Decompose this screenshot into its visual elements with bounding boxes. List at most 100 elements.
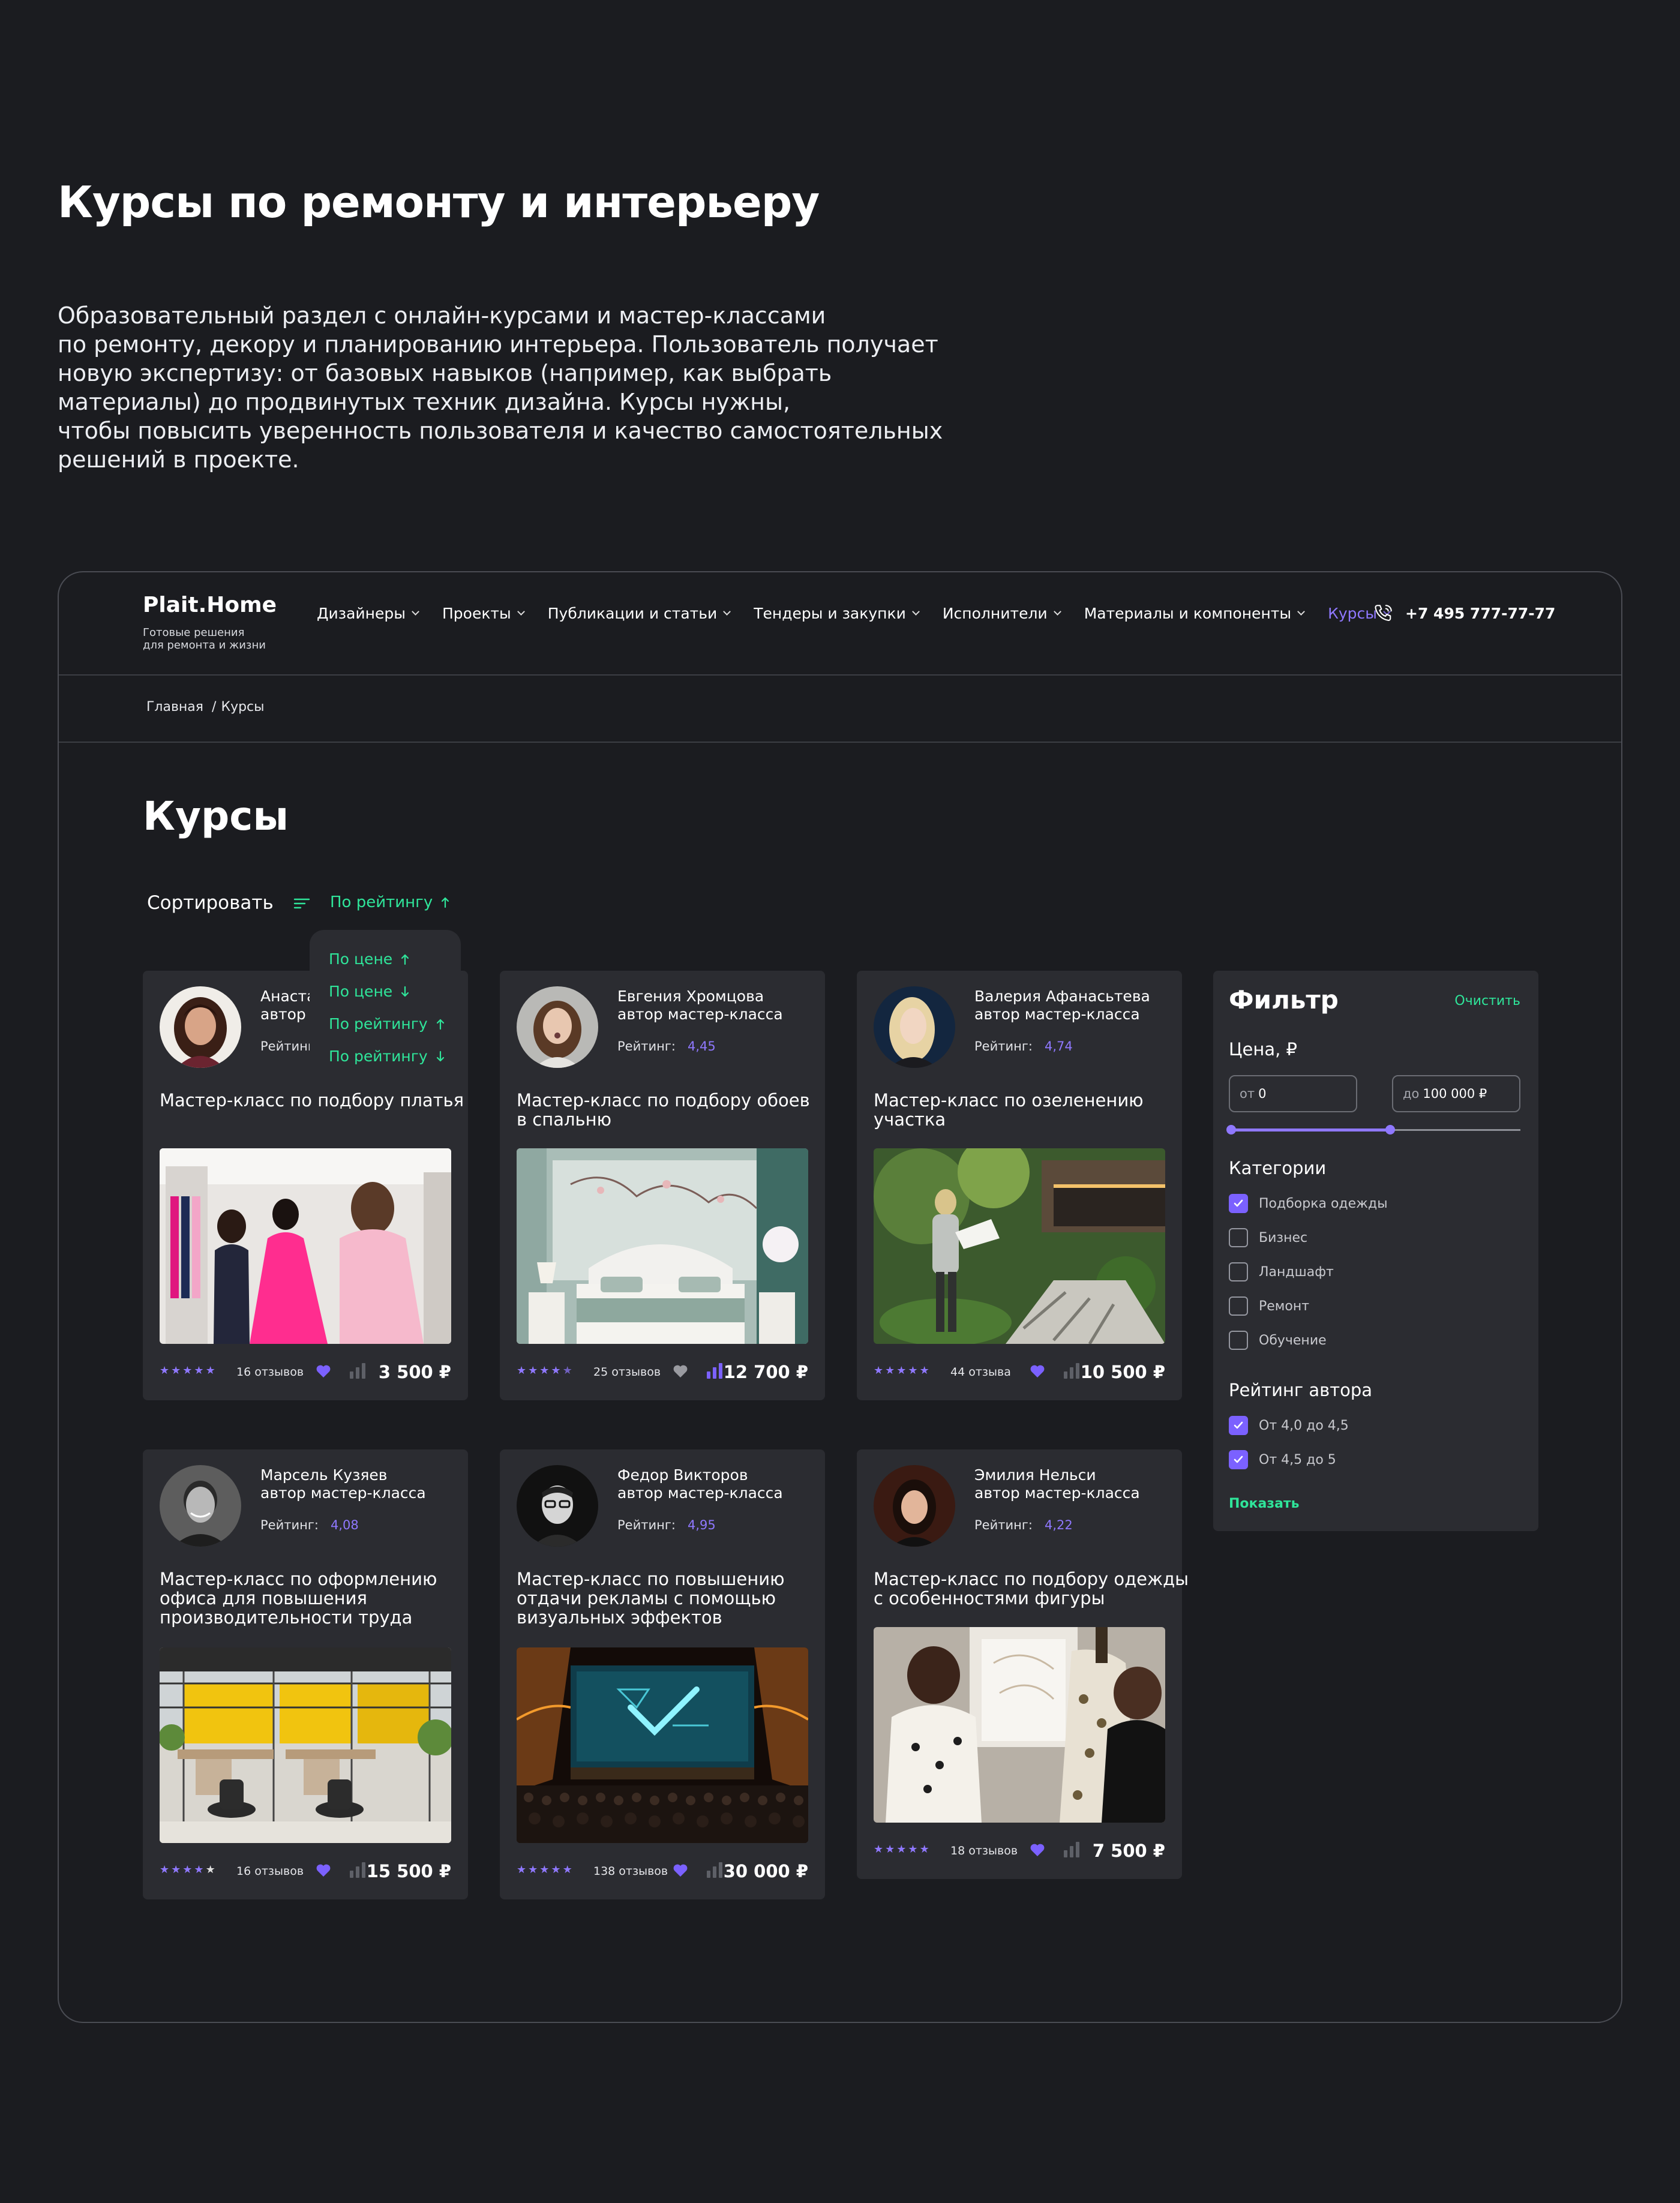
heart-icon[interactable] — [316, 1364, 331, 1379]
author-avatar[interactable] — [517, 1465, 598, 1547]
nav-item-publications[interactable]: Публикации и статьи — [548, 605, 731, 622]
category-checkbox-row[interactable]: Ремонт — [1229, 1296, 1309, 1316]
nav-item-designers[interactable]: Дизайнеры — [317, 604, 419, 622]
author-role: автор мастер-класса — [260, 1484, 426, 1502]
course-image[interactable] — [517, 1148, 808, 1344]
course-image[interactable] — [160, 1148, 451, 1344]
course-title-line: отдачи рекламы с помощью — [517, 1588, 776, 1608]
checkbox[interactable] — [1229, 1228, 1248, 1247]
heart-icon[interactable] — [1030, 1364, 1045, 1379]
reviews-count[interactable]: 44 отзыва — [950, 1365, 1011, 1379]
nav-item-contractors[interactable]: Исполнители — [943, 605, 1061, 622]
course-image[interactable] — [874, 1627, 1165, 1823]
category-checkbox-row[interactable]: Подборка одежды — [1229, 1194, 1388, 1213]
checkbox[interactable] — [1229, 1296, 1248, 1316]
reviews-count[interactable]: 18 отзывов — [950, 1844, 1018, 1857]
rating-checkbox-row[interactable]: От 4,5 до 5 — [1229, 1450, 1336, 1469]
author-avatar[interactable] — [517, 986, 598, 1068]
author-name[interactable]: Анаста — [260, 988, 316, 1006]
sort-option-price-desc[interactable]: По цене — [329, 983, 410, 1000]
reviews-count[interactable]: 138 отзывов — [593, 1865, 668, 1878]
breadcrumb-home[interactable]: Главная — [146, 700, 203, 715]
course-title[interactable]: Мастер-класс по повышению отдачи рекламы … — [517, 1569, 811, 1627]
author-name[interactable]: Марсель Кузяев — [260, 1466, 388, 1484]
author-avatar[interactable] — [874, 1465, 955, 1547]
course-title[interactable]: Мастер-класс по подбору одежды с особенно… — [874, 1569, 1189, 1608]
author-role: автор мастер-класса — [974, 1484, 1140, 1502]
checkbox[interactable] — [1229, 1450, 1248, 1469]
compare-icon[interactable] — [706, 1362, 724, 1380]
reviews-count[interactable]: 25 отзывов — [593, 1365, 661, 1379]
star-rating: ★★★★★ — [517, 1364, 574, 1377]
course-title-line: в спальню — [517, 1109, 611, 1130]
course-title[interactable]: Мастер-класс по озеленению участка — [874, 1091, 1168, 1129]
price-to-input[interactable]: до 100 000 ₽ — [1392, 1075, 1520, 1112]
phone-link[interactable]: +7 495 777-77-77 — [1373, 601, 1555, 625]
heart-icon[interactable] — [1030, 1843, 1045, 1857]
course-price: 10 500 ₽ — [1080, 1362, 1165, 1382]
reviews-count[interactable]: 16 отзывов — [236, 1865, 304, 1878]
sort-option-rating-desc[interactable]: По рейтингу — [329, 1048, 446, 1065]
heart-icon[interactable] — [673, 1863, 688, 1878]
price-slider-handle-min[interactable] — [1226, 1125, 1236, 1134]
course-image[interactable] — [874, 1148, 1165, 1344]
course-card-office-design[interactable]: Марсель Кузяев автор мастер-класса Рейтинг… — [143, 1449, 468, 1899]
compare-icon[interactable] — [349, 1362, 367, 1380]
filter-show-button[interactable]: Показать — [1229, 1496, 1300, 1511]
course-image[interactable] — [517, 1647, 808, 1843]
price-slider-handle-max[interactable] — [1385, 1125, 1396, 1134]
sort-option-label: По рейтингу — [329, 1048, 428, 1065]
course-image[interactable] — [160, 1647, 451, 1843]
chevron-down-icon — [1053, 608, 1061, 616]
compare-icon[interactable] — [1063, 1841, 1081, 1859]
author-name[interactable]: Валерия Афанасьтева — [974, 988, 1150, 1006]
checkbox[interactable] — [1229, 1331, 1248, 1350]
checkbox[interactable] — [1229, 1416, 1248, 1435]
course-card-visual-effects[interactable]: Федор Викторов автор мастер-класса Рейтинг… — [500, 1449, 825, 1899]
author-avatar[interactable] — [160, 986, 241, 1068]
filter-clear-button[interactable]: Очистить — [1454, 994, 1520, 1009]
sort-icon[interactable] — [293, 896, 311, 911]
author-avatar[interactable] — [160, 1465, 241, 1547]
author-name[interactable]: Эмилия Нельси — [974, 1466, 1096, 1484]
sort-select[interactable]: По рейтингу — [330, 893, 451, 911]
category-checkbox-row[interactable]: Обучение — [1229, 1331, 1327, 1350]
course-title[interactable]: Мастер-класс по подбору платья — [160, 1091, 464, 1110]
nav-label: Проекты — [442, 604, 511, 622]
heart-icon[interactable] — [673, 1364, 688, 1379]
compare-icon[interactable] — [1063, 1362, 1081, 1380]
nav-label: Дизайнеры — [317, 604, 406, 622]
rating-checkbox-row[interactable]: От 4,0 до 4,5 — [1229, 1416, 1349, 1435]
course-card-landscaping[interactable]: Валерия Афанасьтева автор мастер-класса Ре… — [857, 971, 1182, 1400]
sort-option-rating-asc[interactable]: По рейтингу — [329, 1015, 446, 1033]
logo[interactable]: Plait.Home — [143, 593, 277, 617]
price-slider[interactable] — [1226, 1125, 1520, 1134]
nav-item-tenders[interactable]: Тендеры и закупки — [754, 605, 920, 622]
heart-icon[interactable] — [316, 1863, 331, 1878]
course-title[interactable]: Мастер-класс по оформлению офиса для повы… — [160, 1569, 454, 1627]
chevron-down-icon — [517, 608, 525, 616]
compare-icon[interactable] — [349, 1861, 367, 1879]
price-from-input[interactable]: от 0 — [1229, 1075, 1357, 1112]
nav-item-materials[interactable]: Материалы и компоненты — [1084, 605, 1305, 622]
author-name[interactable]: Федор Викторов — [617, 1466, 748, 1484]
reviews-count[interactable]: 16 отзывов — [236, 1365, 304, 1379]
course-title[interactable]: Мастер-класс по подбору обоев в спальню — [517, 1091, 811, 1129]
course-title-line: Мастер-класс по подбору обоев — [517, 1090, 810, 1110]
category-checkbox-row[interactable]: Ландшафт — [1229, 1262, 1334, 1281]
author-avatar[interactable] — [874, 986, 955, 1068]
author-rating: Рейтинг: 4,22 — [974, 1518, 1073, 1532]
sort-option-price-asc[interactable]: По цене — [329, 950, 410, 968]
checkbox[interactable] — [1229, 1194, 1248, 1213]
tagline-line: Готовые решения — [143, 626, 245, 639]
course-card-clothing-figure[interactable]: Эмилия Нельси автор мастер-класса Рейтинг:… — [857, 1449, 1189, 1879]
course-card-wallpaper-selection[interactable]: Евгения Хромцова автор мастер-класса Рейти… — [500, 971, 825, 1400]
nav-item-projects[interactable]: Проекты — [442, 604, 525, 622]
category-checkbox-row[interactable]: Бизнес — [1229, 1228, 1307, 1247]
arrow-up-icon — [436, 1019, 444, 1030]
sort-label: Сортировать — [147, 892, 274, 914]
compare-icon[interactable] — [706, 1861, 724, 1879]
checkbox[interactable] — [1229, 1262, 1248, 1281]
author-name[interactable]: Евгения Хромцова — [617, 988, 764, 1006]
category-label: Ландшафт — [1259, 1264, 1334, 1280]
